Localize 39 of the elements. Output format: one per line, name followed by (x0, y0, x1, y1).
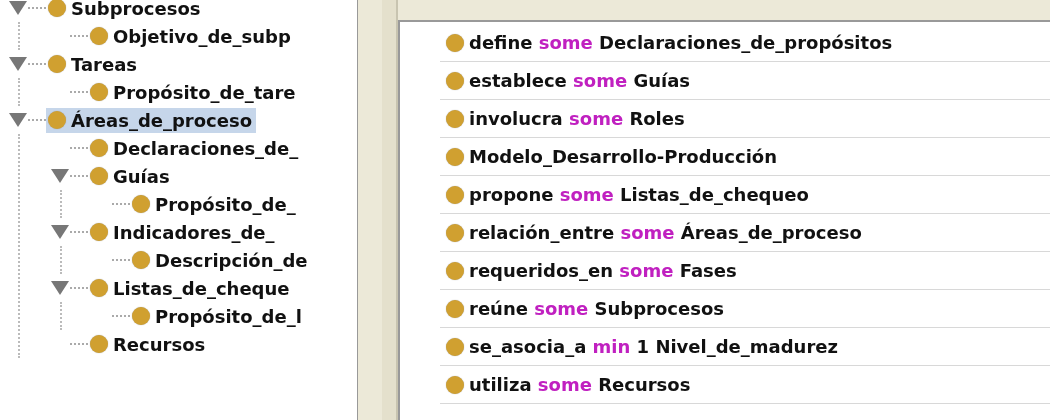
tree-node[interactable]: Propósito_de_tare (88, 79, 300, 105)
tree-node[interactable]: Propósito_de_l (130, 303, 306, 329)
tree-node[interactable]: Declaraciones_de_ (88, 135, 303, 161)
class-icon (446, 33, 464, 52)
tree-node[interactable]: Guías (88, 163, 174, 189)
class-icon (446, 223, 464, 242)
expanded-triangle-icon[interactable] (9, 57, 27, 71)
expanded-triangle-icon[interactable] (51, 281, 69, 295)
tree-node[interactable]: Objetivo_de_subp (88, 23, 295, 49)
class-icon (446, 299, 464, 318)
superclass-row[interactable]: requeridos_en some Fases (440, 252, 1050, 290)
superclass-row[interactable]: reúne some Subprocesos (440, 290, 1050, 328)
superclass-row[interactable]: se_asocia_a min 1 Nivel_de_madurez (440, 328, 1050, 366)
tree-node[interactable]: Propósito_de_ (130, 191, 300, 217)
superclass-row[interactable]: Modelo_Desarrollo-Producción (440, 138, 1050, 176)
expanded-triangle-icon[interactable] (51, 225, 69, 239)
class-icon (446, 337, 464, 356)
tree-node[interactable]: Descripción_de (130, 247, 312, 273)
tree-node[interactable]: Áreas_de_proceso (46, 107, 257, 133)
superclass-row[interactable]: define some Declaraciones_de_propósitos (440, 24, 1050, 62)
class-icon (446, 261, 464, 280)
class-icon (446, 375, 464, 394)
class-icon (446, 109, 464, 128)
tree-node[interactable]: Indicadores_de_ (88, 219, 279, 245)
expanded-triangle-icon[interactable] (51, 169, 69, 183)
superclass-row[interactable]: utiliza some Recursos (440, 366, 1050, 404)
tree-node[interactable]: Subprocesos (46, 0, 205, 21)
class-icon (446, 185, 464, 204)
superclass-row[interactable]: involucra some Roles (440, 100, 1050, 138)
tree-node[interactable]: Listas_de_cheque (88, 275, 294, 301)
superclass-row[interactable]: establece some Guías (440, 62, 1050, 100)
class-icon (446, 71, 464, 90)
tree-node[interactable]: Recursos (88, 331, 210, 357)
tree-node[interactable]: Tareas (46, 51, 142, 77)
class-icon (446, 147, 464, 166)
expanded-triangle-icon[interactable] (9, 1, 27, 15)
superclass-row[interactable]: relación_entre some Áreas_de_proceso (440, 214, 1050, 252)
expanded-triangle-icon[interactable] (9, 113, 27, 127)
superclass-row[interactable]: propone some Listas_de_chequeo (440, 176, 1050, 214)
